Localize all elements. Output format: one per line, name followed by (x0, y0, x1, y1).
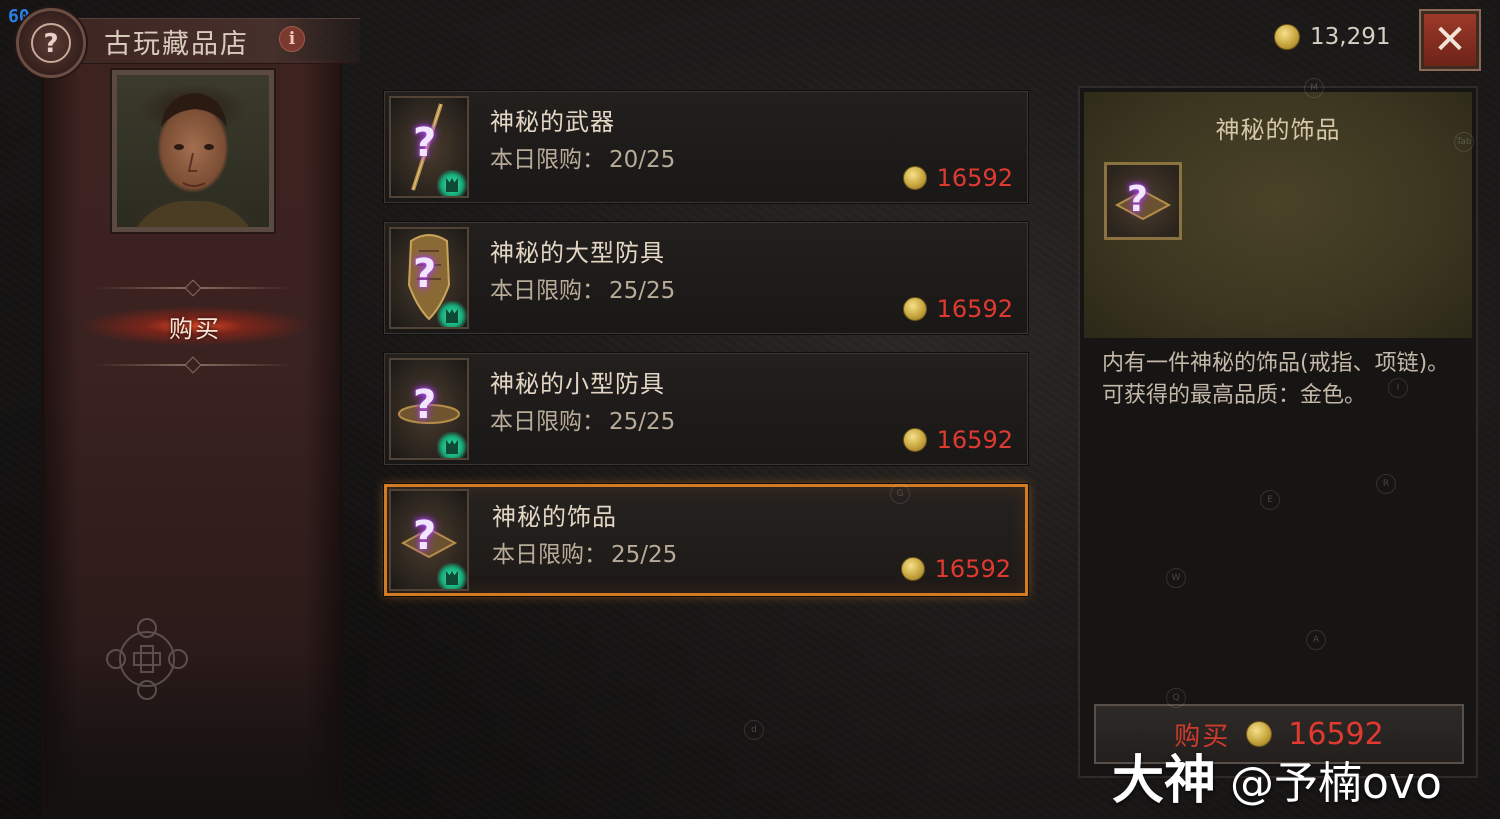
key-hint: Q (1166, 688, 1186, 708)
question-skull-emblem-icon: ? (16, 8, 86, 78)
mystery-question-icon: ? (413, 382, 437, 428)
gold-coin-icon (902, 428, 927, 452)
svg-text:?: ? (43, 29, 58, 59)
gold-coin-icon (902, 297, 927, 321)
item-daily-limit: 本日限购： 20/25 (490, 140, 675, 174)
item-card[interactable]: ? 神秘的大型防具 本日限购： 25/25 16592 (383, 221, 1029, 335)
gold-balance: 13,291 (1274, 24, 1390, 50)
gold-coin-icon (902, 166, 927, 190)
item-price: 16592 (902, 295, 1013, 323)
watermark: 大神 @予楠ovo (1112, 738, 1442, 813)
limit-label: 本日限购： (490, 147, 605, 173)
mystery-large-armor-icon: ? (389, 227, 469, 329)
vendor-portrait (110, 68, 276, 234)
gold-coin-icon (1274, 24, 1300, 50)
price-value: 16592 (936, 164, 1013, 192)
key-hint: R (1376, 474, 1396, 494)
key-hint: W (1166, 568, 1186, 588)
limit-value: 20/25 (609, 147, 676, 173)
nav-divider-top (95, 287, 291, 289)
detail-item-icon: ? (1104, 162, 1182, 240)
key-hint: d (744, 720, 764, 740)
limit-label: 本日限购： (492, 542, 607, 568)
limit-value: 25/25 (609, 278, 676, 304)
item-name: 神秘的小型防具 (490, 370, 665, 398)
key-hint: G (890, 484, 910, 504)
detail-description: 内有一件神秘的饰品(戒指、项链)。 可获得的最高品质：金色。 (1102, 348, 1462, 412)
key-hint: E (1260, 490, 1280, 510)
key-hint: Tab (1454, 132, 1474, 152)
rogue-class-badge-icon (437, 563, 467, 589)
gold-coin-icon (900, 557, 925, 581)
mystery-question-icon: ? (413, 513, 437, 559)
mystery-question-icon: ? (413, 251, 437, 297)
info-icon[interactable]: i (279, 26, 305, 52)
item-card-selected[interactable]: ? 神秘的饰品 本日限购： 25/25 16592 (383, 483, 1029, 597)
detail-desc-line: 可获得的最高品质：金色。 (1102, 383, 1367, 408)
close-x-icon[interactable]: ✕ (1419, 9, 1481, 71)
item-price: 16592 (902, 426, 1013, 454)
item-name: 神秘的武器 (490, 108, 615, 136)
item-detail-panel: 神秘的饰品 ? 内有一件神秘的饰品(戒指、项链)。 可获得的最高品质：金色。 购… (1078, 86, 1478, 778)
detail-desc-line: 内有一件神秘的饰品(戒指、项链)。 (1102, 351, 1450, 376)
item-daily-limit: 本日限购： 25/25 (490, 402, 675, 436)
dpad-icon (106, 618, 188, 700)
item-card[interactable]: ? 神秘的小型防具 本日限购： 25/25 16592 (383, 352, 1029, 466)
limit-label: 本日限购： (490, 409, 605, 435)
item-daily-limit: 本日限购： 25/25 (490, 271, 675, 305)
key-hint: A (1306, 630, 1326, 650)
limit-label: 本日限购： (490, 278, 605, 304)
item-card[interactable]: ? 神秘的武器 本日限购： 20/25 16592 (383, 90, 1029, 204)
detail-title: 神秘的饰品 (1215, 116, 1341, 144)
nav-divider-bottom (95, 364, 291, 366)
rogue-class-badge-icon (437, 432, 467, 458)
mystery-question-icon: ? (1127, 179, 1148, 220)
price-value: 16592 (934, 555, 1011, 583)
item-price: 16592 (900, 555, 1011, 583)
item-price: 16592 (902, 164, 1013, 192)
key-hint: M (1304, 78, 1324, 98)
rogue-class-badge-icon (437, 170, 467, 196)
gold-amount: 13,291 (1310, 24, 1391, 50)
mystery-small-armor-icon: ? (389, 358, 469, 460)
mystery-question-icon: ? (413, 120, 437, 166)
price-value: 16592 (936, 426, 1013, 454)
limit-value: 25/25 (611, 542, 678, 568)
mystery-weapon-icon: ? (389, 96, 469, 198)
rogue-class-badge-icon (437, 301, 467, 327)
key-hint: I (1388, 378, 1408, 398)
shop-title: 古玩藏品店 (104, 29, 249, 60)
item-daily-limit: 本日限购： 25/25 (492, 535, 677, 569)
nav-tab-buy[interactable]: 购买 (80, 306, 310, 346)
mystery-jewelry-icon: ? (389, 489, 469, 591)
detail-header: 神秘的饰品 ? (1084, 92, 1472, 338)
watermark-brand: 大神 (1112, 751, 1217, 811)
item-name: 神秘的饰品 (492, 503, 617, 531)
price-value: 16592 (936, 295, 1013, 323)
item-name: 神秘的大型防具 (490, 239, 665, 267)
watermark-handle: @予楠ovo (1230, 758, 1442, 809)
limit-value: 25/25 (609, 409, 676, 435)
